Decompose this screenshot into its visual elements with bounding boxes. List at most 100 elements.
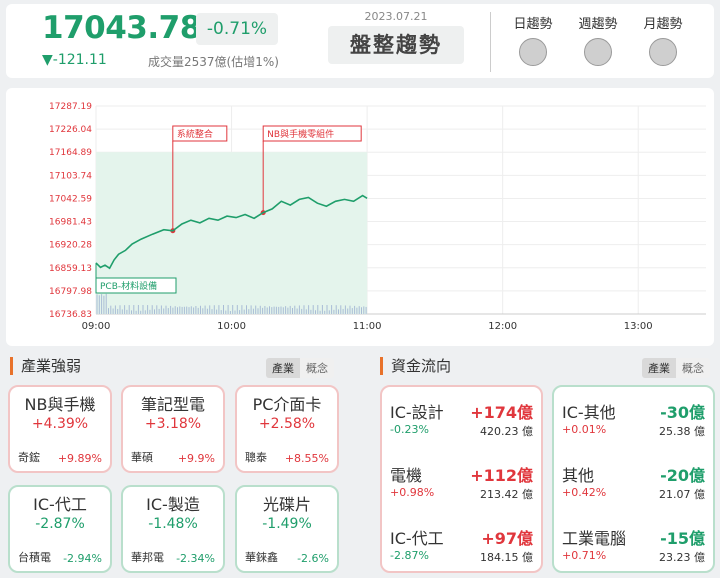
- index-change: ▼-121.11: [42, 52, 107, 68]
- daily-trend-label: 日趨勢: [513, 17, 553, 32]
- y-tick-label: 16859.13: [49, 264, 92, 274]
- flow-amount: +112億: [470, 466, 533, 485]
- leading-stock-pct: -2.94%: [63, 552, 102, 565]
- flow-amount: -30億: [660, 403, 705, 422]
- leading-stock: 華碩: [131, 451, 153, 464]
- weekly-trend-indicator[interactable]: [584, 38, 612, 66]
- leading-stock: 台積電: [18, 551, 51, 564]
- flow-value: 23.23 億: [659, 551, 705, 564]
- leading-stock-pct: +9.89%: [57, 452, 102, 465]
- flow-amount: +97億: [481, 529, 533, 548]
- index-price: 17043.78: [42, 10, 201, 46]
- flow-pct: +0.42%: [562, 486, 607, 499]
- flow-amount: -20億: [660, 466, 705, 485]
- y-tick-label: 16920.28: [49, 241, 92, 251]
- leading-stock-pct: +9.9%: [177, 452, 215, 465]
- flow-value: 420.23 億: [480, 425, 533, 438]
- industry-pct: +2.58%: [258, 416, 316, 432]
- y-tick-label: 16981.43: [49, 218, 92, 228]
- y-tick-label: 17103.74: [49, 171, 92, 181]
- y-tick-label: 17164.89: [49, 148, 92, 158]
- fund-flow-row[interactable]: 其他 -20億 +0.42% 21.07 億: [562, 462, 705, 502]
- industry-card[interactable]: 光碟片 -1.49% 華錸鑫 -2.6%: [235, 485, 339, 573]
- flow-industry-name: 電機: [390, 466, 423, 485]
- flow-pct: -2.87%: [390, 549, 429, 562]
- leading-stock: 華邦電: [131, 551, 164, 564]
- fund-outflow-card: IC-其他 -30億 +0.01% 25.38 億 其他 -20億 +0.42%…: [552, 385, 715, 573]
- flow-amount: -15億: [660, 529, 705, 548]
- flow-industry-name: IC-其他: [562, 403, 616, 422]
- y-tick-label: 16736.83: [49, 310, 92, 320]
- daily-trend-indicator[interactable]: [519, 38, 547, 66]
- flow-pct: -0.23%: [390, 423, 429, 436]
- trend-status: 盤整趨勢: [328, 26, 464, 64]
- industry-name: NB與手機: [24, 395, 96, 414]
- fund-flow-row[interactable]: 電機 +112億 +0.98% 213.42 億: [390, 462, 533, 502]
- flow-value: 25.38 億: [659, 425, 705, 438]
- fund-flow-tab-sector[interactable]: 產業: [642, 358, 676, 378]
- industry-name: 筆記型電: [140, 395, 205, 414]
- flow-pct: +0.01%: [562, 423, 607, 436]
- flow-industry-name: IC-設計: [390, 403, 444, 422]
- industry-name: PC介面卡: [252, 395, 322, 414]
- index-pct-change: -0.71%: [196, 13, 278, 45]
- annotation-label: 系統整合: [177, 128, 213, 140]
- divider: [490, 12, 491, 72]
- leading-stock: 聰泰: [245, 451, 267, 464]
- y-tick-label: 17042.59: [49, 194, 92, 204]
- flow-industry-name: 工業電腦: [562, 529, 627, 548]
- fund-flow-title: 資金流向: [380, 357, 451, 375]
- flow-value: 184.15 億: [480, 551, 533, 564]
- fund-flow-row[interactable]: IC-其他 -30億 +0.01% 25.38 億: [562, 399, 705, 439]
- weekly-trend-label: 週趨勢: [578, 17, 618, 32]
- industry-pct: -1.48%: [148, 516, 198, 532]
- annotation-label: NB與手機零組件: [267, 128, 334, 140]
- fund-flow-row[interactable]: IC-代工 +97億 -2.87% 184.15 億: [390, 525, 533, 565]
- y-tick-label: 17226.04: [49, 125, 92, 135]
- flow-pct: +0.71%: [562, 549, 607, 562]
- x-tick-label: 11:00: [353, 321, 382, 332]
- intraday-chart[interactable]: 17287.19 17226.04 17164.89 17103.74 17042.59…: [6, 88, 714, 346]
- industry-name: IC-代工: [33, 495, 87, 514]
- annotation-label: PCB-材料設備: [100, 280, 157, 292]
- trade-date: 2023.07.21: [364, 10, 428, 23]
- monthly-trend-indicator[interactable]: [649, 38, 677, 66]
- industry-pct: +3.18%: [144, 416, 202, 432]
- industry-pct: -2.87%: [35, 516, 85, 532]
- industry-card[interactable]: NB與手機 +4.39% 奇鋐 +9.89%: [8, 385, 112, 473]
- monthly-trend-label: 月趨勢: [643, 17, 683, 32]
- fund-inflow-card: IC-設計 +174億 -0.23% 420.23 億 電機 +112億 +0.…: [380, 385, 543, 573]
- industry-pct: -1.49%: [262, 516, 312, 532]
- industry-tab-concept[interactable]: 概念: [300, 358, 334, 378]
- y-tick-label: 16797.98: [49, 287, 92, 297]
- industry-card[interactable]: PC介面卡 +2.58% 聰泰 +8.55%: [235, 385, 339, 473]
- trading-volume: 成交量2537億(估增1%): [148, 55, 279, 69]
- industry-name: IC-製造: [146, 495, 200, 514]
- fund-flow-row[interactable]: IC-設計 +174億 -0.23% 420.23 億: [390, 399, 533, 439]
- flow-industry-name: 其他: [562, 466, 595, 485]
- industry-card[interactable]: IC-製造 -1.48% 華邦電 -2.34%: [121, 485, 225, 573]
- leading-stock: 華錸鑫: [245, 551, 278, 564]
- industry-tabs: 產業 概念: [266, 358, 334, 378]
- flow-value: 21.07 億: [659, 488, 705, 501]
- index-summary-panel: 17043.78 -0.71% ▼-121.11 成交量2537億(估增1%) …: [6, 4, 714, 78]
- flow-pct: +0.98%: [390, 486, 435, 499]
- x-tick-label: 09:00: [82, 321, 111, 332]
- flow-amount: +174億: [470, 403, 533, 422]
- fund-flow-tab-concept[interactable]: 概念: [676, 358, 710, 378]
- x-tick-label: 12:00: [488, 321, 517, 332]
- leading-stock-pct: -2.34%: [176, 552, 215, 565]
- leading-stock: 奇鋐: [18, 451, 40, 464]
- intraday-chart-panel: 17287.19 17226.04 17164.89 17103.74 17042.59…: [6, 88, 714, 346]
- leading-stock-pct: -2.6%: [297, 552, 329, 565]
- industry-card[interactable]: IC-代工 -2.87% 台積電 -2.94%: [8, 485, 112, 573]
- industry-name: 光碟片: [262, 495, 311, 514]
- industry-tab-sector[interactable]: 產業: [266, 358, 300, 378]
- x-tick-label: 13:00: [624, 321, 653, 332]
- industry-card[interactable]: 筆記型電 +3.18% 華碩 +9.9%: [121, 385, 225, 473]
- flow-industry-name: IC-代工: [390, 529, 444, 548]
- fund-flow-tabs: 產業 概念: [642, 358, 710, 378]
- fund-flow-row[interactable]: 工業電腦 -15億 +0.71% 23.23 億: [562, 525, 705, 565]
- industry-pct: +4.39%: [31, 416, 89, 432]
- leading-stock-pct: +8.55%: [284, 452, 329, 465]
